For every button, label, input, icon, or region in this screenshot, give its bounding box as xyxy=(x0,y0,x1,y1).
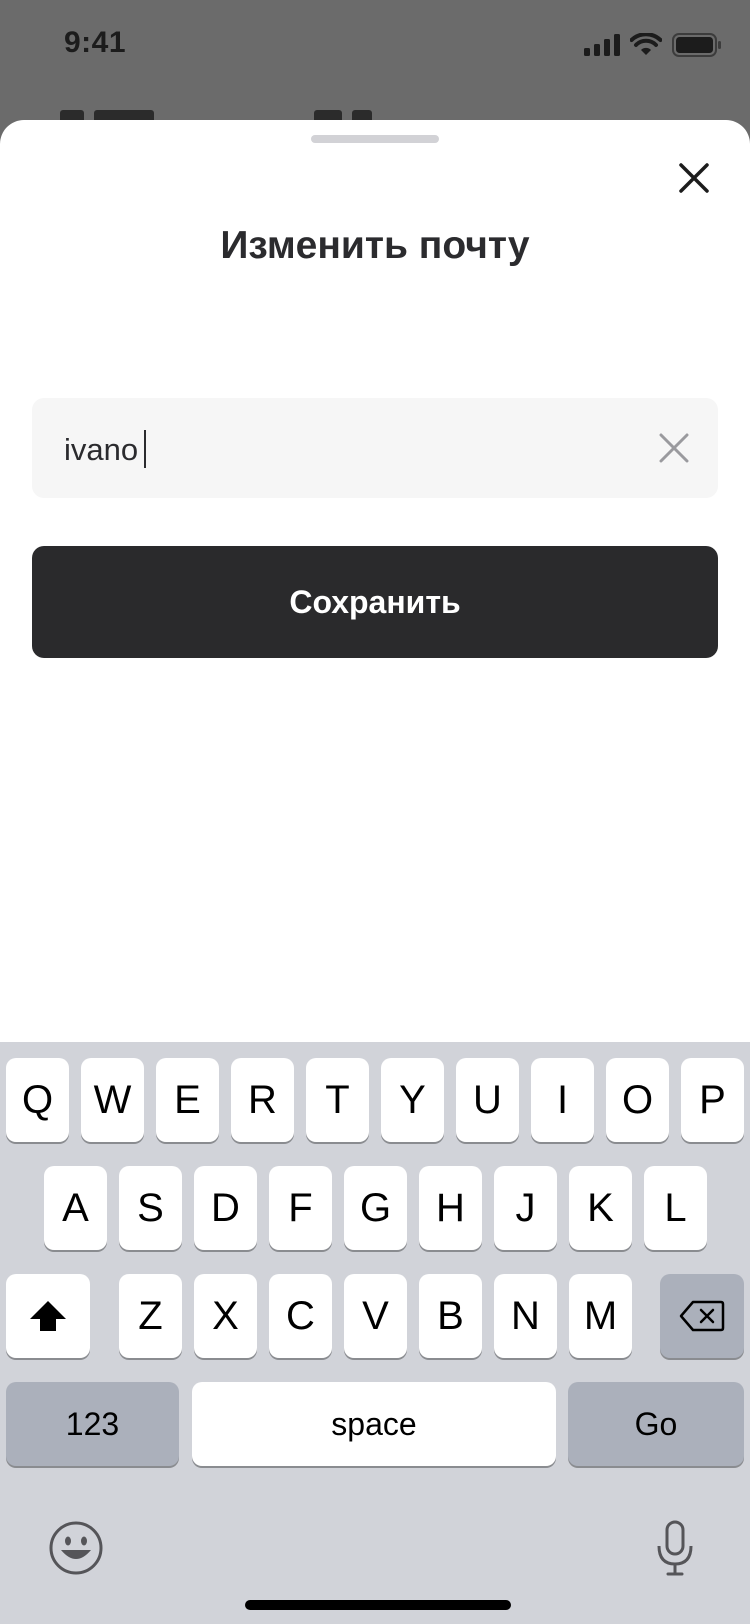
shift-key[interactable] xyxy=(6,1274,90,1358)
backspace-icon xyxy=(679,1300,725,1332)
sheet-grabber[interactable] xyxy=(311,135,439,143)
microphone-button[interactable] xyxy=(656,1520,694,1581)
key-k[interactable]: K xyxy=(569,1166,632,1250)
key-y[interactable]: Y xyxy=(381,1058,444,1142)
save-button[interactable]: Сохранить xyxy=(32,546,718,658)
microphone-icon xyxy=(657,1520,693,1576)
key-r[interactable]: R xyxy=(231,1058,294,1142)
key-x[interactable]: X xyxy=(194,1274,257,1358)
key-n[interactable]: N xyxy=(494,1274,557,1358)
status-time: 9:41 xyxy=(64,26,127,59)
key-f[interactable]: F xyxy=(269,1166,332,1250)
text-caret xyxy=(144,430,147,468)
email-input-text: ivano xyxy=(64,432,139,467)
key-v[interactable]: V xyxy=(344,1274,407,1358)
key-b[interactable]: B xyxy=(419,1274,482,1358)
key-d[interactable]: D xyxy=(194,1166,257,1250)
key-j[interactable]: J xyxy=(494,1166,557,1250)
email-field[interactable]: ivano xyxy=(32,398,718,498)
key-i[interactable]: I xyxy=(531,1058,594,1142)
emoji-button[interactable] xyxy=(48,1520,104,1581)
space-key[interactable]: space xyxy=(192,1382,556,1466)
cellular-signal-icon xyxy=(584,34,620,56)
key-a[interactable]: A xyxy=(44,1166,107,1250)
key-m[interactable]: M xyxy=(569,1274,632,1358)
key-l[interactable]: L xyxy=(644,1166,707,1250)
battery-icon xyxy=(672,33,721,57)
backspace-key[interactable] xyxy=(660,1274,744,1358)
key-h[interactable]: H xyxy=(419,1166,482,1250)
key-p[interactable]: P xyxy=(681,1058,744,1142)
key-o[interactable]: O xyxy=(606,1058,669,1142)
shift-icon xyxy=(30,1301,66,1331)
close-icon xyxy=(679,163,709,193)
key-z[interactable]: Z xyxy=(119,1274,182,1358)
clear-icon xyxy=(659,433,689,463)
screen: 9:41 Изменить почту ivano Сохранить Q W … xyxy=(0,0,750,1624)
sheet-title: Изменить почту xyxy=(220,224,530,267)
key-t[interactable]: T xyxy=(306,1058,369,1142)
close-button[interactable] xyxy=(666,150,722,206)
key-g[interactable]: G xyxy=(344,1166,407,1250)
key-w[interactable]: W xyxy=(81,1058,144,1142)
key-q[interactable]: Q xyxy=(6,1058,69,1142)
home-indicator xyxy=(245,1600,511,1610)
status-icons xyxy=(584,33,722,57)
key-c[interactable]: C xyxy=(269,1274,332,1358)
keyboard: Q W E R T Y U I O P A S D F G H J K L Z … xyxy=(0,1042,750,1624)
emoji-icon xyxy=(49,1521,103,1575)
status-bar: 9:41 xyxy=(0,0,750,90)
email-input-value[interactable]: ivano xyxy=(64,430,147,468)
numbers-key[interactable]: 123 xyxy=(6,1382,179,1466)
go-key[interactable]: Go xyxy=(568,1382,744,1466)
key-s[interactable]: S xyxy=(119,1166,182,1250)
key-e[interactable]: E xyxy=(156,1058,219,1142)
key-u[interactable]: U xyxy=(456,1058,519,1142)
wifi-icon xyxy=(630,33,662,55)
clear-input-button[interactable] xyxy=(650,424,698,472)
